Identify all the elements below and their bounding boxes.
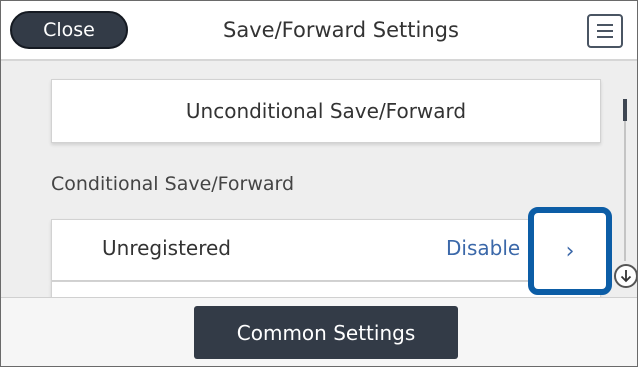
close-button[interactable]: Close <box>10 11 128 49</box>
common-settings-button[interactable]: Common Settings <box>194 306 458 359</box>
unconditional-save-forward-label: Unconditional Save/Forward <box>185 99 467 123</box>
unregistered-label: Unregistered <box>102 236 232 260</box>
unregistered-status: Disable <box>446 236 521 260</box>
page-title: Save/Forward Settings <box>223 18 459 42</box>
scrollbar-track[interactable] <box>624 99 626 261</box>
chevron-right-icon: › <box>565 238 575 264</box>
arrow-down-icon <box>620 270 632 283</box>
unregistered-detail-button[interactable]: › <box>528 207 612 295</box>
scroll-down-button[interactable] <box>614 264 637 288</box>
unregistered-row[interactable]: Unregistered Disable <box>51 219 601 281</box>
printer-panel: Close Save/Forward Settings Unconditiona… <box>0 0 638 367</box>
conditional-section-label: Conditional Save/Forward <box>51 173 295 195</box>
unconditional-save-forward-button[interactable]: Unconditional Save/Forward <box>51 79 601 143</box>
menu-icon[interactable] <box>587 14 623 48</box>
scrollbar-thumb[interactable] <box>623 99 627 121</box>
header-bar: Close Save/Forward Settings <box>1 1 637 61</box>
footer-bar: Common Settings <box>1 297 637 366</box>
